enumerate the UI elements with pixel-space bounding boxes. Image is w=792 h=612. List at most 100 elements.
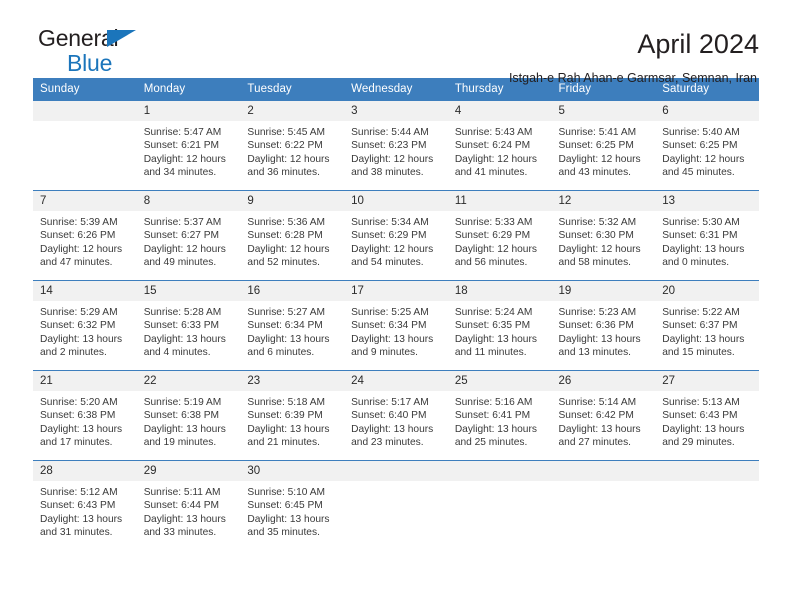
daylight-text: Daylight: 13 hours bbox=[662, 243, 745, 255]
day-cell[interactable]: 29 Sunrise: 5:11 AM Sunset: 6:44 PM Dayligh… bbox=[136, 460, 241, 550]
day-cell-content: 6 Sunrise: 5:40 AM Sunset: 6:25 PM Daylight… bbox=[655, 101, 759, 190]
day-cell[interactable]: 23 Sunrise: 5:18 AM Sunset: 6:39 PM Dayligh… bbox=[240, 370, 345, 461]
day-cell[interactable]: 27 Sunrise: 5:13 AM Sunset: 6:43 PM Dayligh… bbox=[655, 370, 759, 461]
daylight-text: Daylight: 13 hours bbox=[247, 423, 330, 435]
sunrise-text: Sunrise: 5:44 AM bbox=[351, 127, 429, 138]
day-cell[interactable]: 25 Sunrise: 5:16 AM Sunset: 6:41 PM Dayligh… bbox=[447, 370, 552, 461]
daylight-text: Daylight: 13 hours bbox=[143, 423, 226, 435]
daylight-text: and 9 minutes. bbox=[351, 347, 418, 359]
day-number: 4 bbox=[447, 101, 552, 121]
day-cell[interactable]: 18 Sunrise: 5:24 AM Sunset: 6:35 PM Dayligh… bbox=[447, 280, 552, 371]
day-cell-content: 22 Sunrise: 5:19 AM Sunset: 6:38 PM Dayligh… bbox=[136, 371, 241, 460]
daylight-text: Daylight: 13 hours bbox=[40, 333, 123, 345]
day-cell[interactable]: 10 Sunrise: 5:34 AM Sunset: 6:29 PM Dayligh… bbox=[344, 190, 448, 281]
day-cell-content: 21 Sunrise: 5:20 AM Sunset: 6:38 PM Dayligh… bbox=[33, 371, 137, 460]
sunset-text: Sunset: 6:43 PM bbox=[662, 410, 738, 422]
general-blue-logo[interactable]: General Blue bbox=[33, 26, 168, 78]
daylight-text: and 15 minutes. bbox=[662, 347, 735, 359]
day-number: 15 bbox=[136, 281, 241, 301]
day-cell-content: 4 Sunrise: 5:43 AM Sunset: 6:24 PM Daylight… bbox=[447, 101, 552, 190]
daylight-text: Daylight: 12 hours bbox=[40, 243, 123, 255]
sunset-text: Sunset: 6:44 PM bbox=[143, 500, 220, 512]
daylight-text: and 21 minutes. bbox=[247, 437, 320, 449]
day-cell[interactable]: 6 Sunrise: 5:40 AM Sunset: 6:25 PM Daylight… bbox=[655, 100, 759, 191]
sunrise-text: Sunrise: 5:18 AM bbox=[247, 397, 325, 408]
sun-times-details: Sunrise: 5:14 AM Sunset: 6:42 PM Daylight:… bbox=[552, 391, 656, 450]
logo-triangle-icon bbox=[107, 30, 136, 47]
day-cell[interactable]: 5 Sunrise: 5:41 AM Sunset: 6:25 PM Daylight… bbox=[551, 100, 656, 191]
daylight-text: and 38 minutes. bbox=[351, 167, 424, 179]
day-cell[interactable]: 2 Sunrise: 5:45 AM Sunset: 6:22 PM Daylight… bbox=[240, 100, 345, 191]
day-number: 21 bbox=[33, 371, 137, 391]
day-cell[interactable]: 1 Sunrise: 5:47 AM Sunset: 6:21 PM Daylight… bbox=[136, 100, 241, 191]
day-cell[interactable]: 17 Sunrise: 5:25 AM Sunset: 6:34 PM Dayligh… bbox=[344, 280, 448, 371]
title-block: April 2024 Istgah-e Rah Ahan-e Garmsar, … bbox=[509, 26, 759, 87]
day-cell-content: 24 Sunrise: 5:17 AM Sunset: 6:40 PM Dayligh… bbox=[344, 371, 448, 460]
daylight-text: and 33 minutes. bbox=[143, 527, 217, 539]
day-number: 22 bbox=[136, 371, 241, 391]
day-cell[interactable]: 14 Sunrise: 5:29 AM Sunset: 6:32 PM Dayligh… bbox=[33, 280, 137, 371]
daylight-text: and 0 minutes. bbox=[662, 257, 730, 269]
daylight-text: and 2 minutes. bbox=[40, 347, 107, 359]
logo-text-blue: Blue bbox=[67, 50, 113, 76]
daylight-text: and 52 minutes. bbox=[247, 257, 320, 269]
sun-times-details: Sunrise: 5:36 AM Sunset: 6:28 PM Daylight:… bbox=[240, 211, 344, 270]
day-cell[interactable]: 19 Sunrise: 5:23 AM Sunset: 6:36 PM Dayligh… bbox=[551, 280, 656, 371]
daylight-text: and 47 minutes. bbox=[40, 257, 113, 269]
sun-times-details: Sunrise: 5:33 AM Sunset: 6:29 PM Daylight:… bbox=[448, 211, 552, 270]
sun-times-details bbox=[655, 481, 759, 486]
sunset-text: Sunset: 6:30 PM bbox=[558, 230, 634, 242]
daylight-text: and 49 minutes. bbox=[143, 257, 217, 269]
day-cell[interactable]: 15 Sunrise: 5:28 AM Sunset: 6:33 PM Dayligh… bbox=[136, 280, 241, 371]
day-cell-content: 19 Sunrise: 5:23 AM Sunset: 6:36 PM Dayligh… bbox=[551, 281, 656, 370]
day-cell[interactable]: 3 Sunrise: 5:44 AM Sunset: 6:23 PM Daylight… bbox=[344, 100, 448, 191]
sunset-text: Sunset: 6:33 PM bbox=[143, 320, 220, 332]
sunrise-text: Sunrise: 5:25 AM bbox=[351, 307, 429, 318]
day-cell-content: 23 Sunrise: 5:18 AM Sunset: 6:39 PM Dayligh… bbox=[240, 371, 345, 460]
day-cell[interactable]: 7 Sunrise: 5:39 AM Sunset: 6:26 PM Daylight… bbox=[33, 190, 137, 281]
sun-times-details: Sunrise: 5:41 AM Sunset: 6:25 PM Daylight:… bbox=[552, 121, 656, 180]
sunrise-text: Sunrise: 5:41 AM bbox=[558, 127, 637, 138]
sun-times-details bbox=[344, 481, 448, 486]
day-number: 23 bbox=[240, 371, 345, 391]
day-cell-content bbox=[344, 461, 448, 550]
day-cell-content: 18 Sunrise: 5:24 AM Sunset: 6:35 PM Dayligh… bbox=[447, 281, 552, 370]
sunrise-text: Sunrise: 5:10 AM bbox=[247, 487, 325, 498]
day-cell-content: 1 Sunrise: 5:47 AM Sunset: 6:21 PM Daylight… bbox=[136, 101, 241, 190]
day-cell-content: 28 Sunrise: 5:12 AM Sunset: 6:43 PM Dayligh… bbox=[33, 461, 137, 550]
sunset-text: Sunset: 6:35 PM bbox=[454, 320, 531, 332]
day-cell[interactable]: 9 Sunrise: 5:36 AM Sunset: 6:28 PM Daylight… bbox=[240, 190, 345, 281]
day-cell[interactable]: 12 Sunrise: 5:32 AM Sunset: 6:30 PM Dayligh… bbox=[551, 190, 656, 281]
day-cell[interactable]: 11 Sunrise: 5:33 AM Sunset: 6:29 PM Dayligh… bbox=[447, 190, 552, 281]
day-cell[interactable]: 4 Sunrise: 5:43 AM Sunset: 6:24 PM Daylight… bbox=[447, 100, 552, 191]
week-row: 21 Sunrise: 5:20 AM Sunset: 6:38 PM Dayligh… bbox=[33, 370, 759, 461]
day-cell-content: 26 Sunrise: 5:14 AM Sunset: 6:42 PM Dayligh… bbox=[551, 371, 656, 460]
day-cell-content: 16 Sunrise: 5:27 AM Sunset: 6:34 PM Dayligh… bbox=[240, 281, 345, 370]
day-cell[interactable]: 13 Sunrise: 5:30 AM Sunset: 6:31 PM Dayligh… bbox=[655, 190, 759, 281]
day-number: 19 bbox=[551, 281, 656, 301]
day-cell[interactable]: 21 Sunrise: 5:20 AM Sunset: 6:38 PM Dayligh… bbox=[33, 370, 137, 461]
day-cell[interactable]: 22 Sunrise: 5:19 AM Sunset: 6:38 PM Dayligh… bbox=[136, 370, 241, 461]
sunrise-text: Sunrise: 5:12 AM bbox=[40, 487, 118, 498]
day-number bbox=[655, 461, 759, 481]
sun-times-details: Sunrise: 5:12 AM Sunset: 6:43 PM Daylight:… bbox=[33, 481, 137, 540]
daylight-text: and 34 minutes. bbox=[143, 167, 217, 179]
daylight-text: Daylight: 12 hours bbox=[558, 243, 641, 255]
sun-times-details: Sunrise: 5:37 AM Sunset: 6:27 PM Daylight:… bbox=[137, 211, 241, 270]
day-cell[interactable]: 16 Sunrise: 5:27 AM Sunset: 6:34 PM Dayligh… bbox=[240, 280, 345, 371]
sunset-text: Sunset: 6:43 PM bbox=[40, 500, 116, 512]
day-cell[interactable]: 30 Sunrise: 5:10 AM Sunset: 6:45 PM Dayligh… bbox=[240, 460, 345, 550]
daylight-text: Daylight: 13 hours bbox=[247, 513, 330, 525]
day-cell[interactable]: 20 Sunrise: 5:22 AM Sunset: 6:37 PM Dayligh… bbox=[655, 280, 759, 371]
day-cell[interactable]: 24 Sunrise: 5:17 AM Sunset: 6:40 PM Dayligh… bbox=[344, 370, 448, 461]
day-cell-content: 20 Sunrise: 5:22 AM Sunset: 6:37 PM Dayligh… bbox=[655, 281, 759, 370]
day-number bbox=[344, 461, 448, 481]
day-cell[interactable]: 26 Sunrise: 5:14 AM Sunset: 6:42 PM Dayligh… bbox=[551, 370, 656, 461]
sunrise-text: Sunrise: 5:32 AM bbox=[558, 217, 637, 228]
day-cell[interactable]: 8 Sunrise: 5:37 AM Sunset: 6:27 PM Daylight… bbox=[136, 190, 241, 281]
sunrise-text: Sunrise: 5:29 AM bbox=[40, 307, 118, 318]
sun-times-details: Sunrise: 5:23 AM Sunset: 6:36 PM Daylight:… bbox=[552, 301, 656, 360]
day-cell-content bbox=[551, 461, 656, 550]
day-number: 7 bbox=[33, 191, 137, 211]
day-cell[interactable]: 28 Sunrise: 5:12 AM Sunset: 6:43 PM Dayligh… bbox=[33, 460, 137, 550]
